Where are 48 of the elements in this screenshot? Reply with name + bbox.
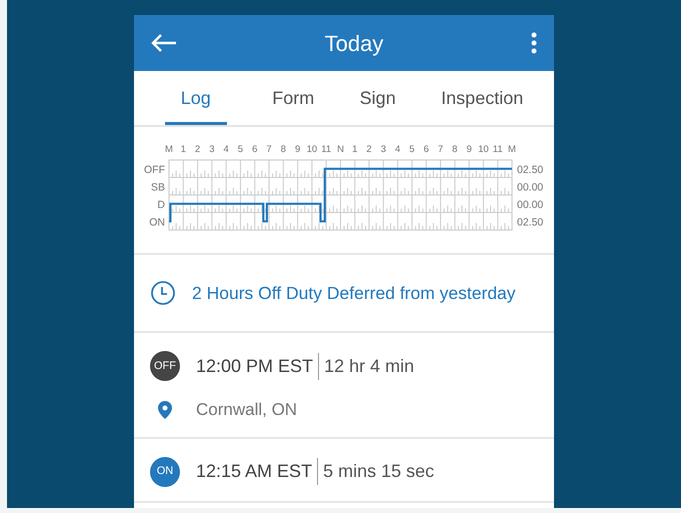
entry-location: Cornwall, ON (196, 399, 298, 421)
hour-label: 8 (280, 144, 286, 155)
status-label: OFF (144, 164, 165, 176)
status-total: 00.00 (517, 198, 544, 211)
hour-label: 9 (294, 144, 300, 155)
tab[interactable]: Log (164, 71, 227, 125)
hour-label: M (508, 144, 516, 155)
tab[interactable]: Form (272, 71, 314, 125)
hour-label: 6 (424, 144, 429, 155)
clock-icon (150, 280, 176, 306)
tab[interactable]: Sign (360, 71, 396, 125)
screen-title: Today (324, 30, 384, 58)
hour-label: 4 (395, 144, 400, 155)
hour-label: 7 (438, 144, 444, 155)
hour-label: 10 (478, 144, 489, 155)
hour-label: 5 (238, 144, 244, 155)
deferred-notice: 2 Hours Off Duty Deferred from yesterday (192, 282, 516, 305)
status-label: ON (149, 216, 165, 228)
hour-label: 11 (321, 144, 332, 155)
hour-label: 7 (266, 144, 272, 155)
hour-label: 4 (224, 144, 229, 155)
hour-label: N (337, 144, 344, 155)
status-total: 02.50 (517, 164, 544, 176)
entry-time: 12:00 PM EST (196, 354, 314, 378)
hour-label: 3 (209, 144, 215, 155)
hour-label: 1 (180, 144, 186, 155)
hour-label: 1 (352, 144, 358, 155)
entry-duration: 12 hr 4 min (318, 352, 414, 380)
hour-label: 5 (409, 144, 415, 155)
hour-label: 10 (306, 144, 318, 155)
hour-label: 9 (466, 144, 472, 155)
status-badge: ON (150, 456, 180, 486)
hour-label: 2 (194, 144, 200, 155)
tab[interactable]: Inspection (441, 71, 524, 125)
status-label: D (157, 198, 165, 211)
hour-label: 2 (366, 144, 372, 155)
status-total: 02.50 (517, 216, 544, 228)
entry-time: 12:15 AM EST (196, 460, 312, 483)
status-badge: OFF (150, 351, 180, 381)
status-total: 00.00 (517, 181, 544, 194)
hour-label: 6 (252, 144, 258, 155)
hour-label: 8 (452, 144, 458, 155)
status-label: SB (150, 181, 165, 194)
more-menu-button[interactable] (530, 30, 538, 56)
hour-label: M (165, 144, 173, 155)
entry-duration: 5 mins 15 sec (317, 458, 434, 485)
hour-label: 3 (380, 144, 386, 155)
hour-label: 11 (492, 144, 503, 155)
